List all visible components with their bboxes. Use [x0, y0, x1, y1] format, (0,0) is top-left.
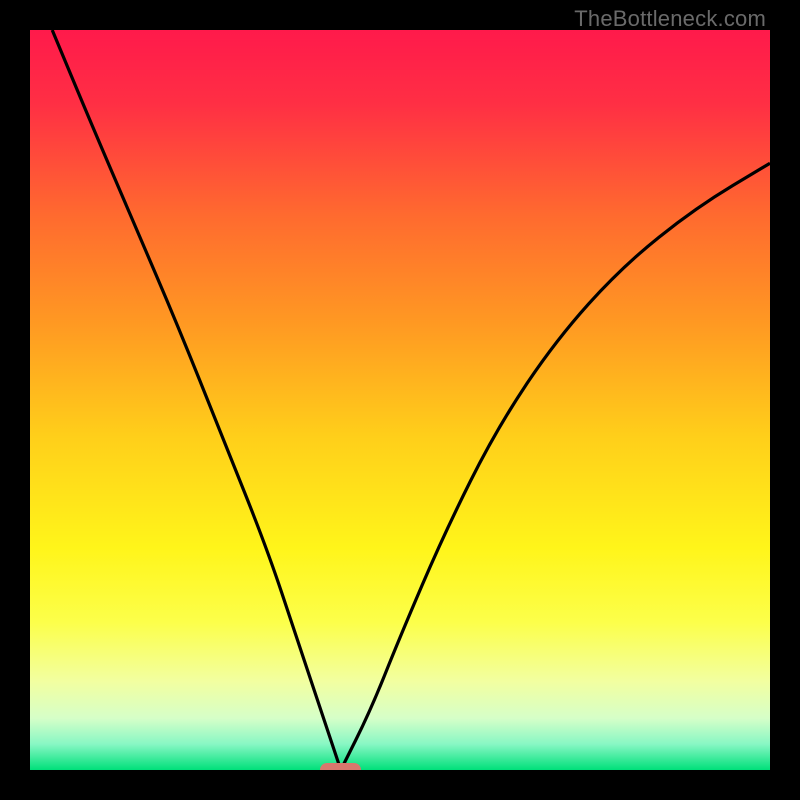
watermark-text: TheBottleneck.com [574, 6, 766, 32]
plot-area [30, 30, 770, 770]
right-curve [341, 163, 770, 770]
left-curve [52, 30, 341, 770]
bottleneck-marker [320, 763, 361, 770]
bottleneck-curves [30, 30, 770, 770]
